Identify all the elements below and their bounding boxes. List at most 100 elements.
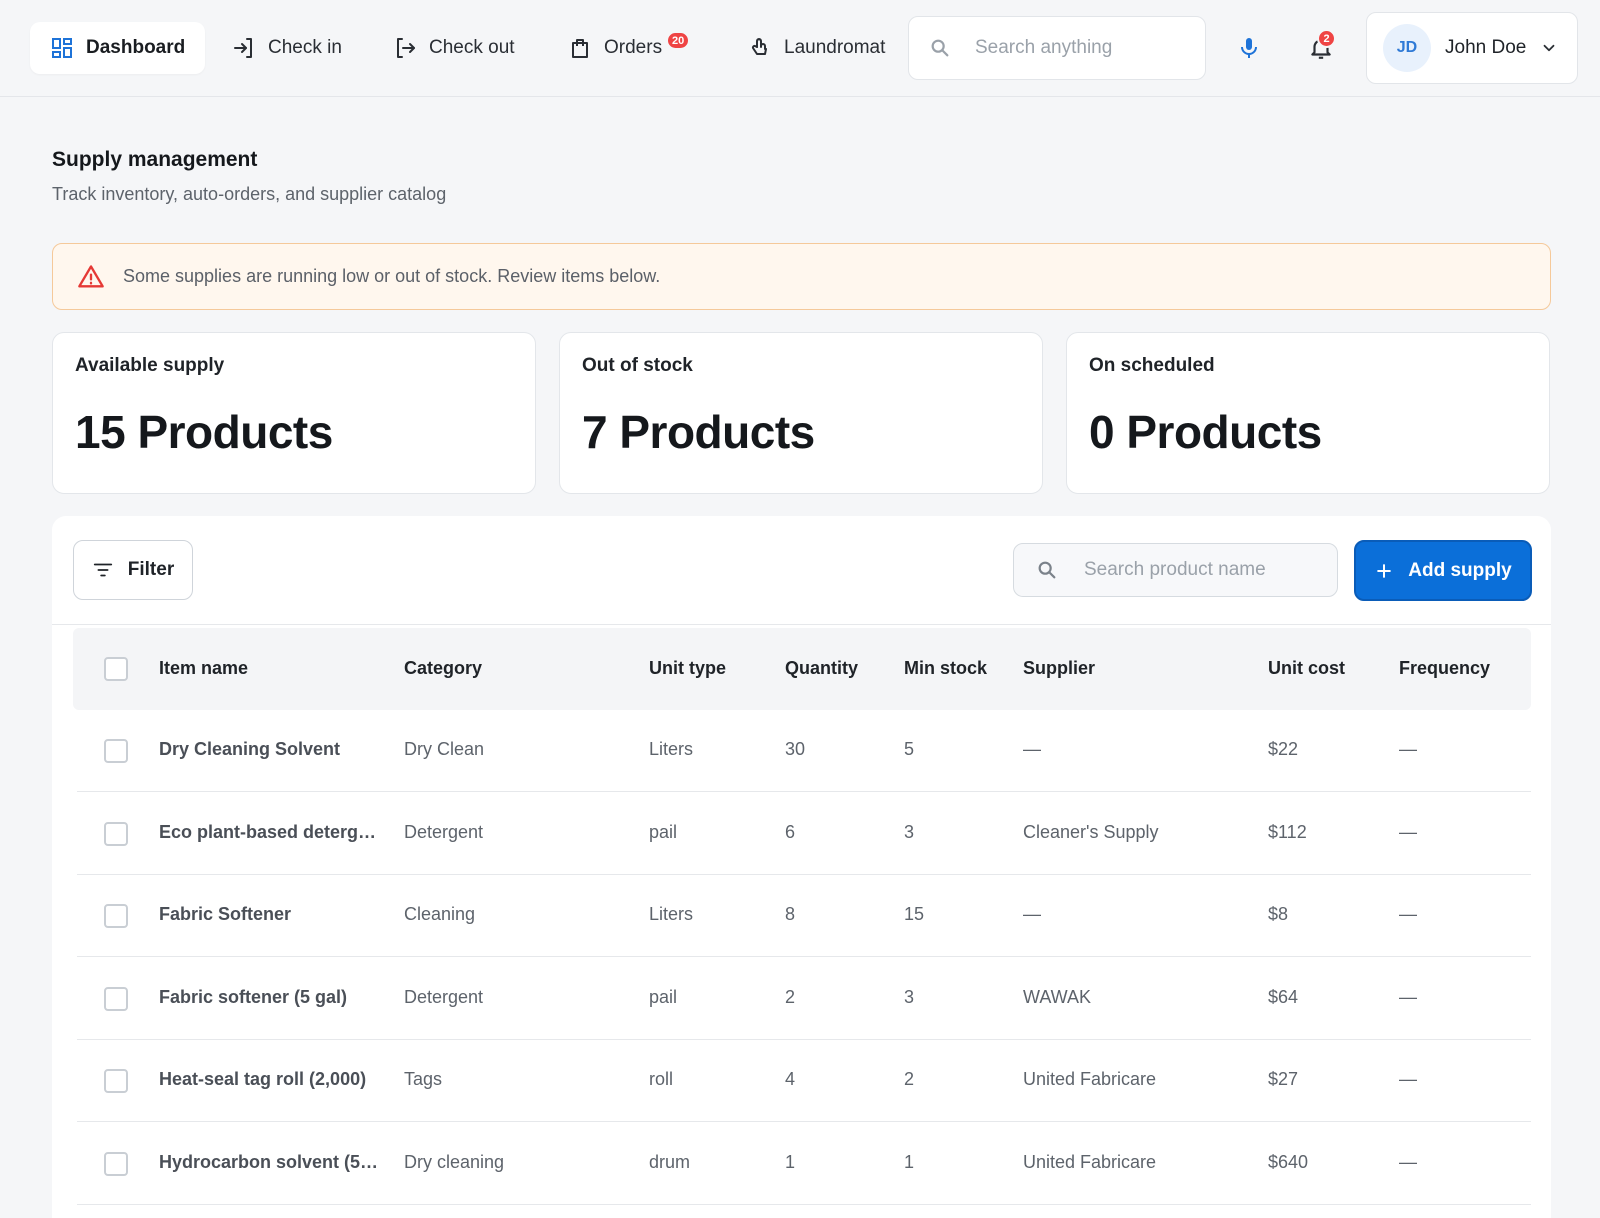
- product-search[interactable]: [1013, 543, 1338, 597]
- column-header-item-name[interactable]: Item name: [159, 658, 248, 679]
- table-row[interactable]: Fabric Softener Cleaning Liters 8 15 — $8 —: [77, 875, 1531, 957]
- row-checkbox[interactable]: [104, 1069, 128, 1093]
- cell-quantity: 4: [785, 1069, 796, 1089]
- cell-unit-cost: $64: [1268, 986, 1299, 1007]
- nav-check-in[interactable]: Check in: [212, 22, 362, 74]
- search-icon: [1038, 561, 1056, 579]
- table-row[interactable]: Eco plant-based detergent Detergent pail 6 3…: [77, 793, 1531, 875]
- cell-category: Detergent: [404, 821, 484, 842]
- cell-frequency: —: [1399, 986, 1417, 1007]
- nav-dashboard-label: Dashboard: [86, 37, 186, 58]
- cell-frequency: —: [1399, 1151, 1417, 1172]
- avatar: JD: [1383, 24, 1431, 72]
- column-header-category[interactable]: Category: [404, 658, 482, 679]
- cell-quantity: 6: [785, 821, 796, 842]
- row-checkbox[interactable]: [104, 739, 128, 763]
- cell-min-stock: 1: [904, 1151, 915, 1172]
- table-row[interactable]: Hydrocarbon solvent (55 gal) Dry cleaning…: [77, 1123, 1531, 1205]
- cell-frequency: —: [1399, 904, 1417, 924]
- nav-laundromat[interactable]: Laundromat: [728, 22, 908, 74]
- check-out-icon: [397, 38, 415, 58]
- table-header: Item name Category Unit type Quantity Mi…: [73, 628, 1531, 710]
- page-subtitle: Track inventory, auto-orders, and suppli…: [52, 184, 447, 204]
- cell-unit-cost: $8: [1268, 904, 1289, 924]
- filter-button-label: Filter: [127, 559, 175, 580]
- filter-button[interactable]: Filter: [73, 540, 193, 600]
- nav-dashboard[interactable]: Dashboard: [30, 22, 206, 74]
- cell-supplier: —: [1023, 904, 1041, 924]
- chevron-down-icon: [1543, 44, 1555, 52]
- nav-check-out-label: Check out: [429, 37, 515, 58]
- column-header-unit-type[interactable]: Unit type: [649, 658, 726, 679]
- cell-frequency: —: [1399, 739, 1417, 759]
- supply-table-panel: Filter Add supply Item name Category Uni…: [52, 516, 1551, 1218]
- check-in-icon: [234, 38, 252, 58]
- cell-supplier: United Fabricare: [1023, 1151, 1157, 1172]
- user-name: John Doe: [1445, 37, 1527, 58]
- add-supply-button[interactable]: Add supply: [1354, 540, 1532, 601]
- warning-icon: [78, 264, 104, 287]
- cell-unit-type: roll: [649, 1069, 674, 1089]
- cell-unit-cost: $112: [1268, 821, 1307, 842]
- global-search[interactable]: [908, 16, 1206, 80]
- stat-value: 0 Products: [1089, 406, 1322, 458]
- cell-item-name: Dry Cleaning Solvent: [159, 739, 341, 759]
- nav-orders[interactable]: Orders: [548, 22, 682, 74]
- cell-supplier: Cleaner's Supply: [1023, 821, 1159, 842]
- nav-check-out[interactable]: Check out: [373, 22, 535, 74]
- low-stock-alert: Some supplies are running low or out of …: [52, 243, 1551, 310]
- cell-min-stock: 3: [904, 986, 915, 1007]
- column-header-unit-cost[interactable]: Unit cost: [1268, 658, 1345, 679]
- cell-unit-type: Liters: [649, 739, 694, 759]
- cell-unit-cost: $22: [1268, 739, 1299, 759]
- search-icon: [931, 39, 949, 57]
- cell-min-stock: 15: [904, 904, 925, 924]
- cell-unit-type: Liters: [649, 904, 694, 924]
- global-search-input[interactable]: [975, 37, 1175, 59]
- notification-count-badge: 2: [1317, 29, 1336, 48]
- cell-min-stock: 2: [904, 1069, 915, 1089]
- cell-frequency: —: [1399, 1069, 1417, 1089]
- top-navigation-bar: Dashboard Check in Check out Orders 20 L…: [0, 0, 1600, 97]
- microphone-icon: [1241, 38, 1257, 58]
- column-header-frequency[interactable]: Frequency: [1399, 658, 1490, 679]
- page-title: Supply management: [52, 148, 258, 171]
- cell-item-name: Heat-seal tag roll (2,000): [159, 1069, 367, 1089]
- row-checkbox[interactable]: [104, 821, 128, 846]
- column-header-supplier[interactable]: Supplier: [1023, 658, 1095, 679]
- cell-item-name: Fabric Softener: [159, 904, 292, 924]
- orders-count-badge: 20: [666, 31, 691, 50]
- tap-hand-icon: [751, 38, 767, 55]
- column-header-min-stock[interactable]: Min stock: [904, 658, 987, 679]
- cell-item-name: Fabric softener (5 gal): [159, 986, 348, 1007]
- nav-laundromat-label: Laundromat: [784, 37, 886, 58]
- row-checkbox[interactable]: [104, 904, 128, 928]
- plus-icon: [1377, 563, 1392, 578]
- cell-quantity: 2: [785, 986, 796, 1007]
- stat-card-available: Available supply 15 Products: [52, 332, 536, 494]
- cell-item-name: Eco plant-based detergent: [159, 821, 381, 842]
- product-search-input[interactable]: [1084, 559, 1314, 581]
- stat-label: Out of stock: [582, 355, 693, 376]
- select-all-checkbox[interactable]: [104, 657, 128, 681]
- stat-label: On scheduled: [1089, 355, 1215, 376]
- table-row[interactable]: Dry Cleaning Solvent Dry Clean Liters 30 5 — $…: [77, 710, 1531, 792]
- table-row[interactable]: Heat-seal tag roll (2,000) Tags roll 4 2 Unit…: [77, 1040, 1531, 1122]
- alert-message: Some supplies are running low or out of …: [123, 266, 661, 286]
- cell-category: Detergent: [404, 986, 484, 1007]
- add-supply-label: Add supply: [1408, 559, 1512, 581]
- table-row[interactable]: Fabric softener (5 gal) Detergent pail 2 3 WA…: [77, 958, 1531, 1040]
- user-menu[interactable]: JD John Doe: [1366, 12, 1578, 84]
- nav-check-in-label: Check in: [268, 37, 342, 58]
- nav-orders-label: Orders: [604, 37, 663, 58]
- cell-category: Tags: [404, 1069, 443, 1089]
- cell-supplier: WAWAK: [1023, 986, 1091, 1007]
- column-header-quantity[interactable]: Quantity: [785, 658, 858, 679]
- row-checkbox[interactable]: [104, 986, 128, 1011]
- cell-category: Dry cleaning: [404, 1151, 505, 1172]
- cell-frequency: —: [1399, 821, 1417, 842]
- cell-min-stock: 3: [904, 821, 915, 842]
- stat-label: Available supply: [75, 355, 225, 376]
- row-checkbox[interactable]: [104, 1151, 128, 1176]
- voice-search-button[interactable]: [1229, 28, 1269, 68]
